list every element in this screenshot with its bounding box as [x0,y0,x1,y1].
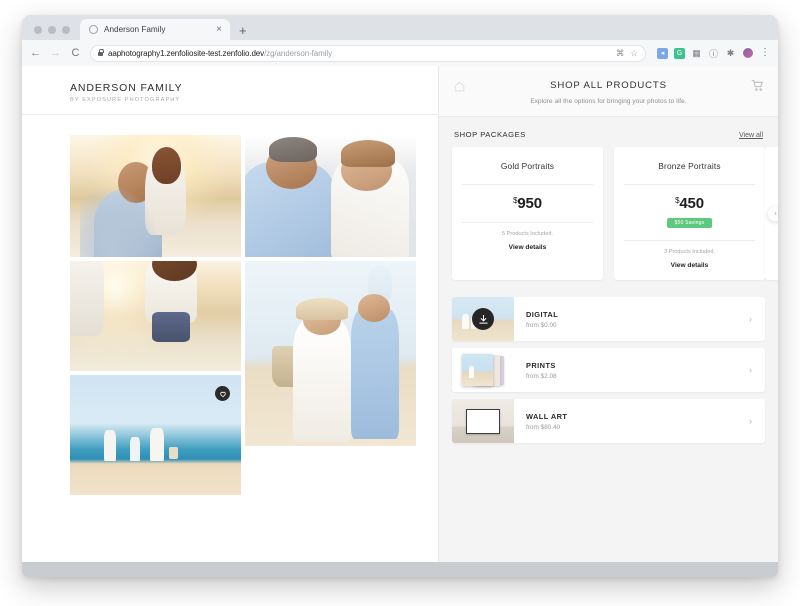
site-header: ANDERSON FAMILY BY EXPOSURE PHOTOGRAPHY [22,66,438,115]
shop-subtitle: Explore all the options for bringing you… [530,98,687,105]
close-tab-icon[interactable]: × [214,24,224,35]
price-amount: 450 [679,195,704,212]
view-all-link[interactable]: View all [739,132,763,139]
gallery-pane: ANDERSON FAMILY BY EXPOSURE PHOTOGRAPHY [22,66,438,562]
product-text: DIGITAL from $0.00 [514,310,749,329]
product-text: WALL ART from $80.40 [514,412,749,431]
chevron-right-icon[interactable]: › [749,365,765,375]
window-traffic-lights [30,26,80,40]
package-name: Bronze Portraits [658,161,721,171]
carousel-next-icon[interactable]: › [768,206,778,221]
home-icon[interactable] [453,80,466,93]
close-window-button[interactable] [34,26,42,34]
browser-window: Anderson Family × + ← → C aaphotography1… [22,15,778,577]
command-icon[interactable]: ⌘ [616,49,625,58]
url-path: /zg/anderson-family [264,48,332,58]
product-price-from: from $80.40 [526,423,561,431]
info-extension-icon[interactable]: ⓘ [708,48,719,59]
chevron-right-icon[interactable]: › [749,314,765,324]
browser-toolbar: ← → C aaphotography1.zenfoliosite-test.z… [22,40,778,66]
product-price-from: from $2.08 [526,372,557,380]
shop-body: SHOP PACKAGES View all Gold Portraits $9… [439,117,778,457]
reload-icon[interactable]: C [70,47,81,59]
profile-avatar[interactable] [742,47,754,59]
download-icon [472,308,494,330]
browser-tab[interactable]: Anderson Family × [80,19,230,40]
shop-title: SHOP ALL PRODUCTS [550,80,667,91]
product-row-prints[interactable]: PRINTS from $2.08 › [452,348,765,392]
package-included: 5 Products Included. [502,231,553,237]
view-details-button[interactable]: View details [624,262,755,269]
framed-wall-art-thumb [452,399,514,443]
photo-grid [22,115,438,495]
packages-section-title: SHOP PACKAGES [454,130,526,139]
page-subtitle: BY EXPOSURE PHOTOGRAPHY [70,97,181,103]
grammarly-extension-icon[interactable]: G [674,47,685,59]
product-name: PRINTS [526,360,556,370]
product-list: DIGITAL from $0.00 › PRINTS from $2.08 ›… [452,297,765,457]
price-amount: 950 [517,195,542,212]
package-card[interactable]: Bronze Portraits $450 $50 Savings 3 Prod… [614,147,765,280]
digital-download-thumb [452,297,514,341]
gallery-photo[interactable] [245,261,416,446]
product-text: PRINTS from $2.08 [514,361,749,380]
new-tab-button[interactable]: + [239,24,247,40]
forward-icon[interactable]: → [50,47,61,59]
puzzle-extension-icon[interactable]: ✱ [725,48,736,59]
window-bottom-bar [22,562,778,577]
packages-section-header: SHOP PACKAGES View all [452,130,765,147]
savings-badge: $50 Savings [666,218,713,228]
product-name: WALL ART [526,411,568,421]
divider [624,240,755,241]
browser-tab-strip: Anderson Family × + [22,15,778,40]
cursor-extension-icon[interactable]: ◂ [657,47,668,59]
divider [624,184,755,185]
package-price: $450 [624,196,755,211]
browser-menu-icon[interactable]: ⋮ [760,48,770,58]
chevron-right-icon[interactable]: › [749,416,765,426]
view-details-button[interactable]: View details [462,244,593,251]
packages-carousel: Gold Portraits $950 5 Products Included.… [452,147,778,280]
gallery-photo[interactable] [70,135,241,257]
gallery-photo[interactable] [70,375,241,495]
tab-title: Anderson Family [104,25,166,34]
back-icon[interactable]: ← [30,47,41,59]
gallery-photo[interactable] [70,261,241,371]
favorite-heart-icon[interactable] [215,386,230,401]
gallery-photo[interactable] [245,135,416,257]
shop-panel: SHOP ALL PRODUCTS Explore all the option… [438,66,778,562]
url-domain: aaphotography1.zenfoliosite-test.zenfoli… [108,48,265,58]
address-bar[interactable]: aaphotography1.zenfoliosite-test.zenfoli… [90,44,646,62]
address-bar-url: aaphotography1.zenfoliosite-test.zenfoli… [108,49,332,58]
divider [462,184,593,185]
page-viewport: ANDERSON FAMILY BY EXPOSURE PHOTOGRAPHY [22,66,778,562]
page-title: ANDERSON FAMILY [70,82,183,94]
package-price: $950 [462,196,593,211]
shop-header: SHOP ALL PRODUCTS Explore all the option… [439,66,778,117]
maximize-window-button[interactable] [62,26,70,34]
product-row-wall-art[interactable]: WALL ART from $80.40 › [452,399,765,443]
tab-favicon-icon [89,25,98,34]
print-stack-thumb [452,348,514,392]
lock-icon [98,48,104,56]
product-row-digital[interactable]: DIGITAL from $0.00 › [452,297,765,341]
package-included: 3 Products Included. [664,249,715,255]
product-price-from: from $0.00 [526,321,557,329]
package-card[interactable]: Gold Portraits $950 5 Products Included.… [452,147,603,280]
bookmark-star-icon[interactable]: ☆ [630,49,638,58]
divider [462,222,593,223]
minimize-window-button[interactable] [48,26,56,34]
product-name: DIGITAL [526,309,559,319]
grid-extension-icon[interactable]: ▦ [691,48,702,59]
extensions-area: ◂ G ▦ ⓘ ✱ ⋮ [655,47,770,59]
package-name: Gold Portraits [500,161,555,171]
address-bar-actions: ⌘ ☆ [610,49,638,58]
cart-icon[interactable] [751,79,764,92]
